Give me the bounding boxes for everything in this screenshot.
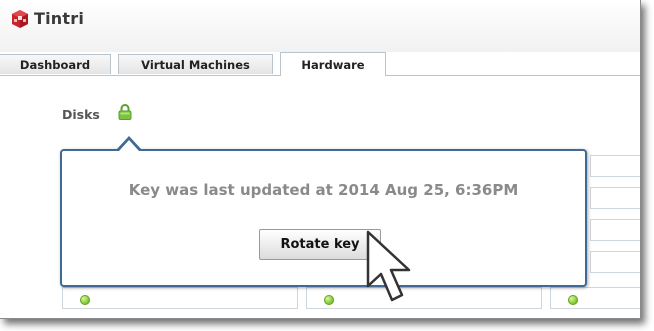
disk-slot xyxy=(590,155,640,177)
disk-status-icon xyxy=(80,295,90,305)
lock-icon[interactable] xyxy=(118,104,132,120)
disk-slot xyxy=(306,287,542,309)
disk-status-icon xyxy=(568,295,578,305)
disks-label: Disks xyxy=(62,107,100,122)
disk-slot xyxy=(62,287,298,309)
disk-slot xyxy=(550,287,640,309)
disk-slot xyxy=(590,187,640,209)
tab-virtual-machines[interactable]: Virtual Machines xyxy=(118,54,273,74)
app-window: Tintri Dashboard Virtual Machines Hardwa… xyxy=(0,0,641,319)
tab-dashboard[interactable]: Dashboard xyxy=(0,54,111,74)
disk-status-icon xyxy=(324,295,334,305)
tab-hardware[interactable]: Hardware xyxy=(280,52,386,76)
popup-pointer-fill xyxy=(119,140,139,151)
disk-slot xyxy=(590,219,640,241)
tintri-logo-icon xyxy=(12,10,28,28)
mouse-pointer-icon xyxy=(366,230,411,302)
header: Tintri xyxy=(0,0,640,52)
brand-name: Tintri xyxy=(34,9,85,28)
encryption-key-popup: Key was last updated at 2014 Aug 25, 6:3… xyxy=(60,149,587,287)
rotate-key-button[interactable]: Rotate key xyxy=(259,229,381,260)
disk-slot xyxy=(590,251,640,273)
key-updated-message: Key was last updated at 2014 Aug 25, 6:3… xyxy=(128,181,519,199)
